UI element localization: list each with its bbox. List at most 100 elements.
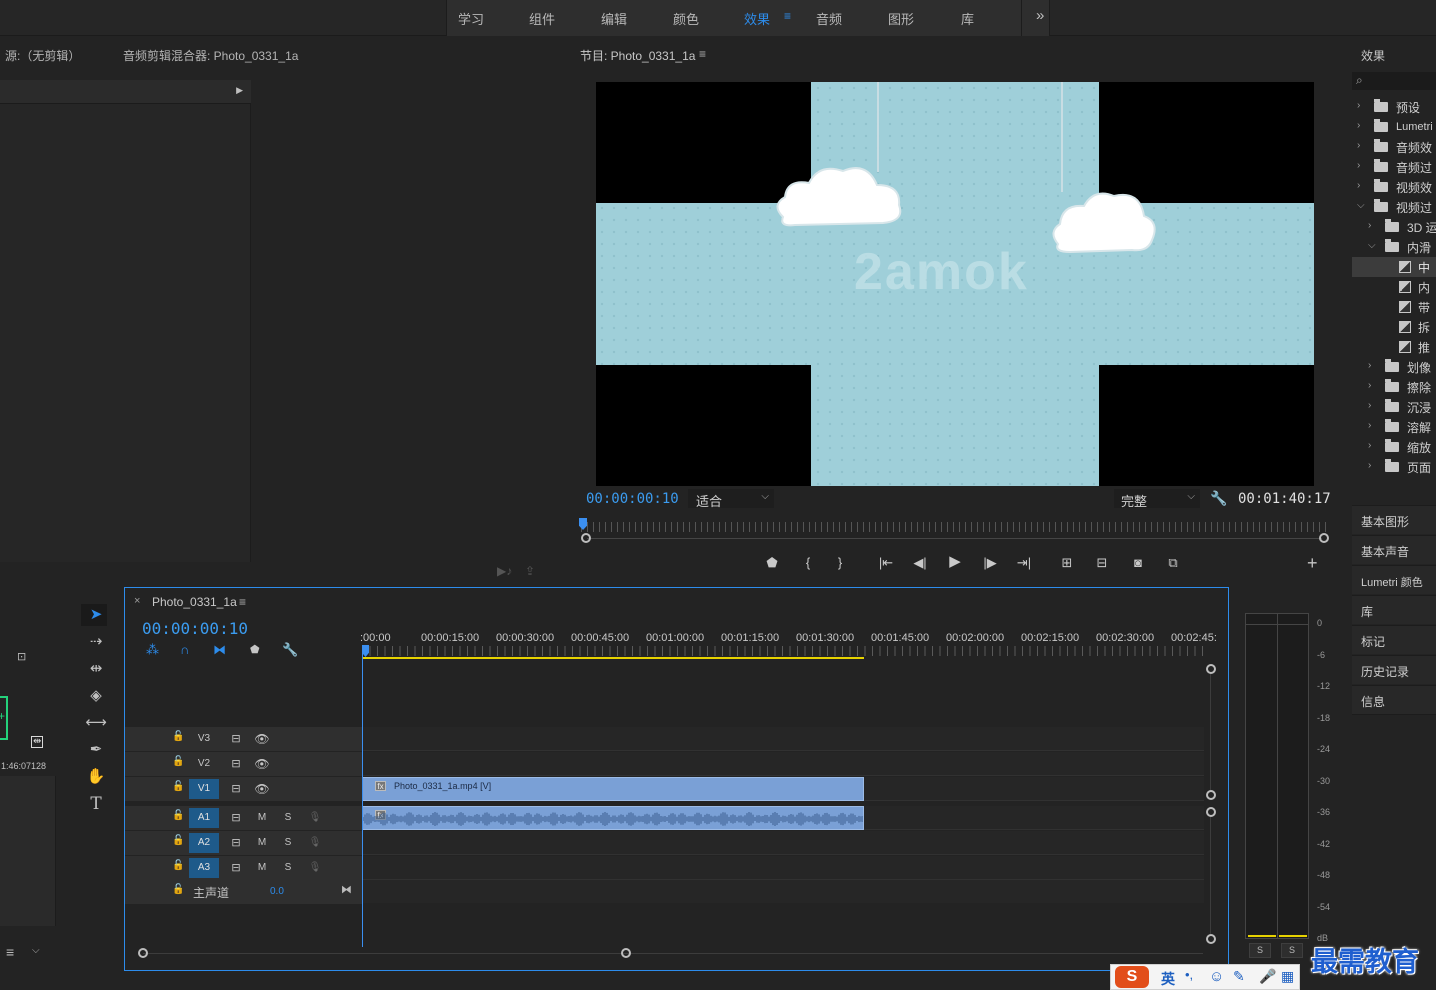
program-ruler[interactable] — [581, 522, 1329, 532]
chevron-down-icon[interactable]: ⌵ — [1368, 240, 1376, 251]
track-lane[interactable] — [362, 831, 1204, 855]
lift-icon[interactable]: ⊞ — [1056, 554, 1078, 572]
sequence-menu-icon[interactable]: ≡ — [239, 595, 246, 609]
toolbox-icon[interactable]: ▦ — [1281, 968, 1294, 985]
solo-left-button[interactable]: S — [1249, 943, 1271, 958]
eye-icon[interactable]: 👁 — [247, 729, 277, 749]
chevron-right-icon[interactable]: › — [1368, 440, 1371, 451]
fit-dropdown[interactable]: 适合 ⌵ — [688, 489, 774, 509]
razor-tool-icon[interactable]: ◈ — [84, 685, 108, 707]
nest-icon[interactable]: ⁂ — [146, 642, 159, 658]
effects-tree-item[interactable]: › 缩放 — [1352, 437, 1436, 457]
folder-icon[interactable]: ⊡ — [17, 650, 26, 663]
side-panel-tab[interactable]: 基本图形 — [1352, 505, 1436, 534]
chevron-right-icon[interactable]: › — [1357, 180, 1360, 191]
effects-tree-item[interactable]: › 视频效 — [1352, 177, 1436, 197]
insert-icon[interactable]: ▶♪ — [497, 564, 512, 578]
go-to-in-icon[interactable]: |⇤ — [876, 554, 896, 572]
workspace-graphics[interactable]: 图形 — [888, 9, 914, 28]
timeline-ruler[interactable]: :00:00 00:00:15:00 00:00:30:00 00:00:45:00 0… — [360, 628, 1217, 660]
snap-icon[interactable]: ∩ — [180, 642, 189, 657]
lock-icon[interactable]: 🔓 — [172, 731, 184, 742]
h-scroll-handle-right[interactable] — [621, 948, 631, 958]
track-target-button[interactable]: V2 — [189, 754, 219, 774]
side-panel-tab[interactable]: 标记 — [1352, 625, 1436, 654]
solo-right-button[interactable]: S — [1281, 943, 1303, 958]
lock-icon[interactable]: 🔓 — [172, 835, 184, 846]
chevron-down-icon[interactable]: ⌵ — [1357, 200, 1365, 211]
side-panel-tab[interactable]: 基本声音 — [1352, 535, 1436, 564]
track-lane[interactable] — [362, 752, 1204, 776]
track-select-tool-icon[interactable]: ⇢ — [84, 631, 108, 653]
play-icon[interactable]: ▶ — [945, 553, 965, 571]
work-area-bar[interactable] — [362, 657, 864, 659]
effects-tree-item[interactable]: › 溶解 — [1352, 417, 1436, 437]
master-volume-value[interactable]: 0.0 — [270, 886, 284, 897]
go-to-end-icon[interactable]: ⧓ — [341, 883, 352, 896]
workspace-editing[interactable]: 编辑 — [601, 9, 627, 28]
microphone-icon[interactable]: 🎙 — [300, 833, 330, 853]
extract-icon[interactable]: ⊟ — [1091, 554, 1113, 572]
effects-tree-item[interactable]: › 划像 — [1352, 357, 1436, 377]
audio-clip-mixer-tab[interactable]: 音频剪辑混合器: Photo_0331_1a — [123, 47, 298, 64]
effects-tree-item[interactable]: › 预设 — [1352, 97, 1436, 117]
effects-tree-item[interactable]: › 擦除 — [1352, 377, 1436, 397]
zoom-bar[interactable] — [587, 538, 1322, 539]
workspace-effects[interactable]: 效果 — [744, 9, 770, 28]
microphone-icon[interactable]: 🎙 — [300, 808, 330, 828]
go-to-out-icon[interactable]: ⇥| — [1014, 554, 1034, 572]
chevron-right-icon[interactable]: › — [1357, 120, 1360, 131]
effects-tree-item[interactable]: 中 — [1352, 257, 1436, 277]
emoji-icon[interactable]: ☺ — [1209, 968, 1224, 985]
chevron-right-icon[interactable]: › — [1368, 360, 1371, 371]
workspace-audio[interactable]: 音频 — [816, 9, 842, 28]
track-lane[interactable] — [362, 727, 1204, 751]
mark-out-icon[interactable]: } — [831, 554, 849, 572]
master-track[interactable] — [362, 880, 1204, 904]
microphone-icon[interactable]: 🎤 — [1259, 968, 1276, 985]
workspace-assembly[interactable]: 组件 — [529, 9, 555, 28]
add-button-icon[interactable]: + — [1307, 553, 1318, 574]
settings-wrench-icon[interactable]: 🔧 — [282, 642, 298, 658]
chevron-right-icon[interactable]: › — [1368, 380, 1371, 391]
side-panel-tab[interactable]: 库 — [1352, 595, 1436, 624]
quality-dropdown[interactable]: 完整 ⌵ — [1114, 489, 1200, 509]
eye-icon[interactable]: 👁 — [247, 779, 277, 799]
effects-tree-item[interactable]: › 音频效 — [1352, 137, 1436, 157]
track-target-button[interactable]: V1 — [189, 779, 219, 799]
mark-in-icon[interactable]: { — [799, 554, 817, 572]
workspace-color[interactable]: 颜色 — [673, 9, 699, 28]
solo-button[interactable]: S — [273, 808, 303, 828]
wrench-icon[interactable]: 🔧 — [1210, 490, 1227, 507]
workspace-learn[interactable]: 学习 — [458, 9, 484, 28]
chevron-right-icon[interactable]: › — [1357, 140, 1360, 151]
step-forward-icon[interactable]: |▶ — [980, 554, 1000, 572]
track-target-button[interactable]: A3 — [189, 858, 219, 878]
track-target-button[interactable]: A2 — [189, 833, 219, 853]
workspace-menu-icon[interactable]: ≡ — [784, 9, 791, 23]
export-icon[interactable]: ⇪ — [525, 564, 535, 578]
lock-icon[interactable]: 🔓 — [172, 884, 184, 895]
linked-selection-icon[interactable]: ⧓ — [213, 642, 226, 658]
ime-lang-label[interactable]: 英 — [1161, 969, 1175, 989]
program-menu-icon[interactable]: ≡ — [699, 47, 706, 61]
pen-tool-icon[interactable]: ✒ — [84, 739, 108, 761]
workspace-libraries[interactable]: 库 — [961, 9, 974, 28]
effects-tree-item[interactable]: 内 — [1352, 277, 1436, 297]
selection-tool-icon[interactable]: ➤ — [84, 604, 108, 626]
audio-clip[interactable]: fx — [362, 806, 864, 830]
track-lane[interactable] — [362, 856, 1204, 880]
chevron-right-icon[interactable]: › — [1368, 400, 1371, 411]
type-tool-icon[interactable]: T — [84, 793, 108, 815]
comparison-view-icon[interactable]: ⧉ — [1162, 554, 1184, 572]
effects-search-input[interactable]: ⌕ — [1352, 72, 1436, 90]
sequence-tab[interactable]: Photo_0331_1a — [152, 595, 237, 609]
list-view-icon[interactable]: ≡ — [6, 944, 14, 960]
source-tab[interactable]: 源:（无剪辑） — [5, 47, 80, 64]
workspace-more-icon[interactable]: » — [1036, 7, 1044, 24]
sogou-logo-icon[interactable]: S — [1115, 966, 1149, 988]
effects-tree-item[interactable]: › 页面 — [1352, 457, 1436, 477]
v-scroll-handle[interactable] — [1206, 664, 1216, 674]
zoom-handle[interactable] — [1319, 533, 1329, 543]
chevron-down-icon[interactable]: ⌵ — [32, 945, 40, 956]
